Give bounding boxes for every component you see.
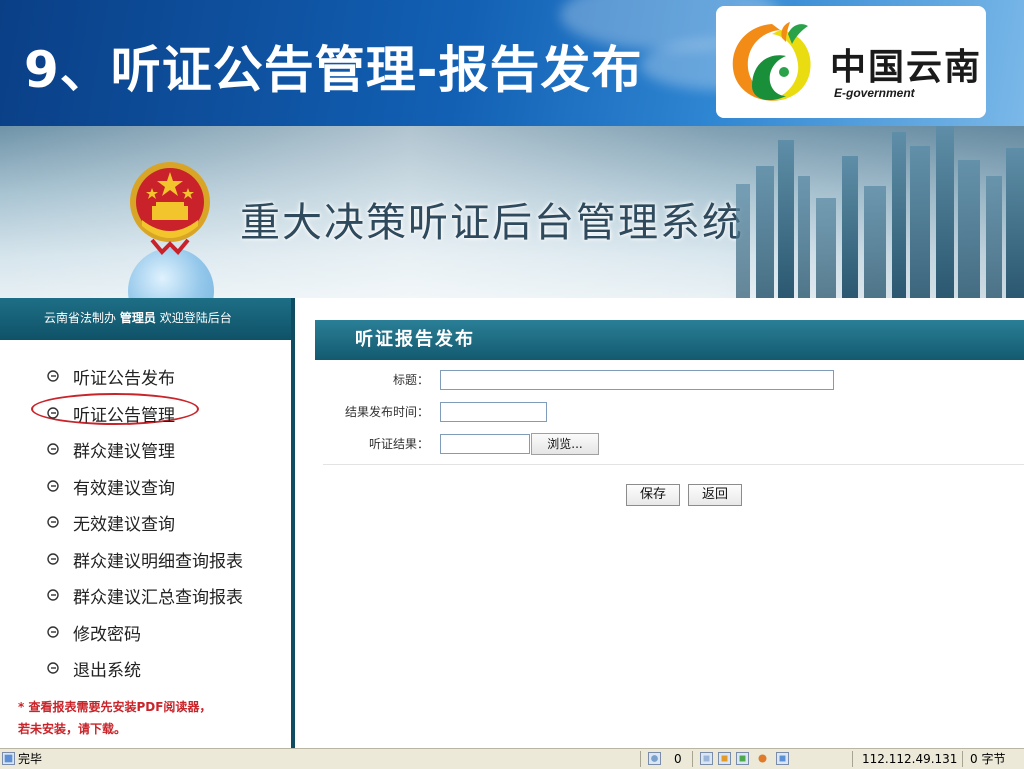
welcome-bar: 云南省法制办 管理员 欢迎登陆后台 <box>0 298 291 340</box>
nav-menu: 听证公告发布 听证公告管理 群众建议管理 有效建议查询 无效建议查询 群众建议明… <box>0 358 291 687</box>
back-button[interactable]: 返回 <box>688 484 742 506</box>
browse-button[interactable]: 浏览... <box>531 433 599 455</box>
left-nav-panel: 云南省法制办 管理员 欢迎登陆后台 听证公告发布 听证公告管理 群众建议管理 有… <box>0 298 295 748</box>
pointing-hand-icon <box>47 443 59 455</box>
nav-item-label: 修改密码 <box>73 624 141 645</box>
status-count: 0 <box>674 752 682 766</box>
city-skyline-graphic <box>736 126 1024 298</box>
section-title: 听证报告发布 <box>315 320 1024 360</box>
form-divider <box>323 464 1024 465</box>
title-row: 标题： <box>299 368 429 392</box>
publish-time-label: 结果发布时间： <box>344 405 429 419</box>
nav-item-hearing-notice-publish[interactable]: 听证公告发布 <box>0 358 291 395</box>
status-bytes: 0 字节 <box>970 752 1006 766</box>
nav-item-label: 有效建议查询 <box>73 478 175 499</box>
brand-logo-block: 中国云南 E-government <box>716 6 986 118</box>
nav-item-invalid-suggestion-query[interactable]: 无效建议查询 <box>0 504 291 541</box>
hearing-result-file-input[interactable] <box>440 434 530 454</box>
nav-item-change-password[interactable]: 修改密码 <box>0 614 291 651</box>
cache-icon <box>718 752 731 765</box>
slide-header: 9、听证公告管理-报告发布 中国云南 E-government <box>0 0 1024 126</box>
plugin-icon <box>776 752 789 765</box>
nav-item-logout[interactable]: 退出系统 <box>0 650 291 687</box>
publish-time-row: 结果发布时间： <box>299 400 429 424</box>
note-line-2[interactable]: 若未安装，请下载。 <box>18 718 211 740</box>
nav-item-public-suggestion-manage[interactable]: 群众建议管理 <box>0 431 291 468</box>
app-banner: 重大决策听证后台管理系统 <box>0 126 1024 298</box>
nav-item-label: 退出系统 <box>73 661 141 681</box>
nav-item-label: 无效建议查询 <box>73 515 175 535</box>
nav-item-label: 群众建议明细查询报表 <box>73 551 243 572</box>
browser-status-bar: 完毕 0 112.112.49.131 0 字节 <box>0 748 1024 769</box>
pointing-hand-icon <box>47 662 59 674</box>
refresh-icon <box>736 752 749 765</box>
brand-subtitle: E-government <box>834 86 915 100</box>
save-button[interactable]: 保存 <box>626 484 680 506</box>
nav-item-label: 听证公告发布 <box>73 369 175 389</box>
status-text: 完毕 <box>18 752 43 766</box>
status-ip: 112.112.49.131 <box>862 752 958 766</box>
pointing-hand-icon <box>47 625 59 638</box>
slide-title: 9、听证公告管理-报告发布 <box>24 41 643 99</box>
pointing-hand-icon <box>47 516 59 528</box>
national-emblem-icon <box>130 162 210 255</box>
nav-item-valid-suggestion-query[interactable]: 有效建议查询 <box>0 468 291 505</box>
hearing-result-label: 听证结果： <box>368 437 429 451</box>
nav-item-suggestion-summary-report[interactable]: 群众建议汇总查询报表 <box>0 577 291 614</box>
security-icon <box>648 752 661 765</box>
hearing-result-row: 听证结果： <box>299 432 429 456</box>
pointing-hand-icon <box>47 370 59 382</box>
main-content: 听证报告发布 标题： 结果发布时间： 听证结果： 浏览... 保存 返回 <box>299 298 1024 748</box>
publish-time-input[interactable] <box>440 402 547 422</box>
flower-icon <box>758 754 767 763</box>
welcome-org: 云南省法制办 <box>44 311 117 325</box>
yunnan-egov-logo-icon <box>732 22 811 101</box>
pointing-hand-icon <box>47 479 59 492</box>
page-done-icon <box>2 752 15 765</box>
nav-item-label: 群众建议管理 <box>73 442 175 462</box>
pointing-hand-icon <box>47 589 59 601</box>
welcome-text: 欢迎登陆后台 <box>159 311 232 325</box>
title-input[interactable] <box>440 370 834 390</box>
nav-item-label: 听证公告管理 <box>73 405 175 426</box>
pdf-reader-note: * 查看报表需要先安装PDF阅读器， 若未安装，请下载。 <box>18 696 211 740</box>
note-line-1: * 查看报表需要先安装PDF阅读器， <box>18 700 212 714</box>
system-title: 重大决策听证后台管理系统 <box>240 200 744 246</box>
welcome-role: 管理员 <box>119 311 156 325</box>
title-label: 标题： <box>392 373 429 387</box>
connection-icon <box>700 752 713 765</box>
pointing-hand-icon <box>47 406 59 419</box>
pointing-hand-icon <box>47 552 59 565</box>
brand-name: 中国云南 <box>830 47 983 88</box>
nav-item-label: 群众建议汇总查询报表 <box>73 588 243 608</box>
nav-item-suggestion-detail-report[interactable]: 群众建议明细查询报表 <box>0 541 291 578</box>
nav-item-hearing-notice-manage[interactable]: 听证公告管理 <box>0 392 291 432</box>
